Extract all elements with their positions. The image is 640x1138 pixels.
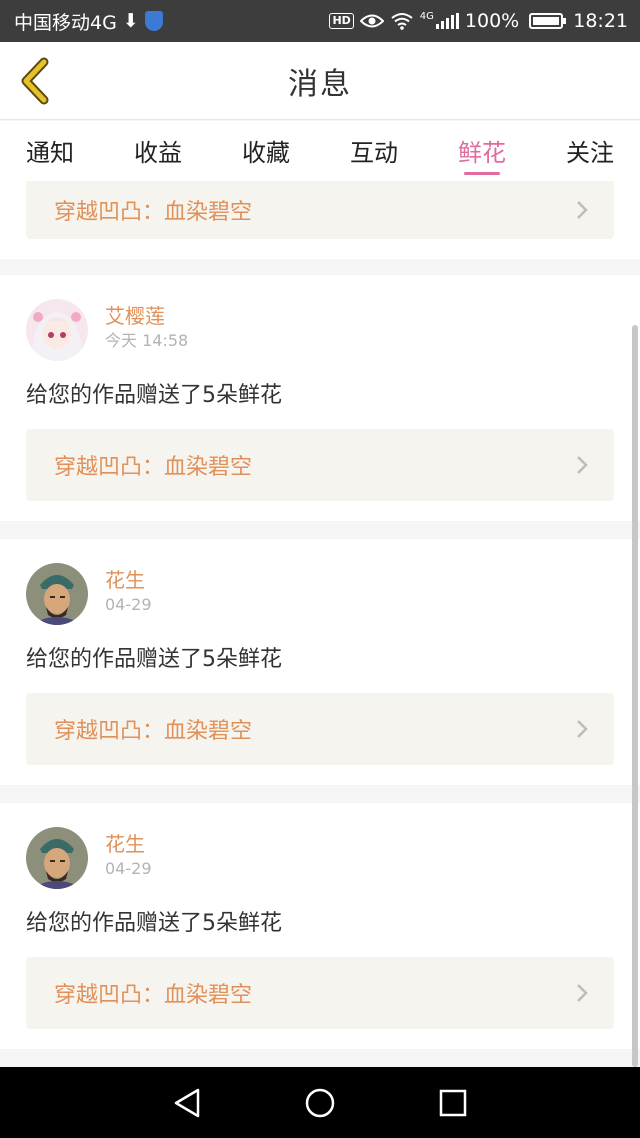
tab-interactions[interactable]: 互动 [350,121,398,181]
back-triangle-icon [174,1088,199,1117]
network-type: 4G [419,10,434,22]
anime-girl-avatar-icon [26,299,88,361]
book-title: 穿越凹凸：血染碧空 [54,200,253,225]
nav-back-button[interactable] [157,1073,217,1133]
nav-recents-button[interactable] [423,1073,483,1133]
message-text: 给您的作品赠送了5朵鲜花 [26,647,282,672]
username[interactable]: 花生 [105,566,152,594]
nav-home-button[interactable] [290,1073,350,1133]
list-item: 花生 04-29 给您的作品赠送了5朵鲜花 穿越凹凸：血染碧空 [0,539,640,785]
book-title: 穿越凹凸：血染碧空 [54,719,253,744]
clock: 18:21 [573,10,628,32]
book-link[interactable]: 穿越凹凸：血染碧空 [26,957,614,1029]
battery-percent: 100% [464,10,520,32]
tab-favorites[interactable]: 收藏 [242,121,290,181]
username[interactable]: 艾樱莲 [105,302,188,330]
download-icon: ⬇ [122,10,139,32]
home-circle-icon [305,1088,335,1117]
warrior-avatar-icon [26,563,88,625]
tab-follows[interactable]: 关注 [566,121,614,181]
chevron-right-icon [577,456,588,474]
eye-icon [359,14,384,28]
chevron-right-icon [577,201,588,219]
list-item: 艾樱莲 今天 14:58 给您的作品赠送了5朵鲜花 穿越凹凸：血染碧空 [0,275,640,521]
message-time: 今天 14:58 [105,331,189,350]
message-text: 给您的作品赠送了5朵鲜花 [26,911,282,936]
recents-square-icon [440,1089,467,1116]
back-button[interactable] [14,56,64,106]
book-title: 穿越凹凸：血染碧空 [54,455,253,480]
username[interactable]: 花生 [105,830,152,858]
status-bar: 中国移动4G ⬇ HD 4G 100% 18:21 [0,0,640,42]
hd-icon: HD [329,13,354,29]
tab-bar: 通知 收益 收藏 互动 鲜花 关注 [0,121,640,181]
list-item: 花生 04-29 给您的作品赠送了5朵鲜花 穿越凹凸：血染碧空 [0,803,640,1049]
signal-icon [435,13,459,29]
carrier-label: 中国移动4G [14,11,117,34]
battery-icon [529,13,567,29]
book-link[interactable]: 穿越凹凸：血染碧空 [26,693,614,765]
tab-notifications[interactable]: 通知 [26,121,74,181]
avatar[interactable] [26,827,88,889]
shield-icon [144,11,163,31]
chevron-right-icon [577,720,588,738]
message-time: 04-29 [105,859,152,878]
tab-earnings[interactable]: 收益 [134,121,182,181]
page-title: 消息 [288,66,352,102]
scrollbar[interactable] [632,325,638,1067]
avatar[interactable] [26,299,88,361]
system-nav-bar [0,1067,640,1138]
warrior-avatar-icon [26,827,88,889]
app-header: 消息 [0,42,640,120]
book-link[interactable]: 穿越凹凸：血染碧空 [26,181,614,239]
message-text: 给您的作品赠送了5朵鲜花 [26,383,282,408]
chevron-right-icon [577,984,588,1002]
wifi-icon [391,13,413,30]
book-title: 穿越凹凸：血染碧空 [54,983,253,1008]
avatar[interactable] [26,563,88,625]
message-time: 04-29 [105,595,152,614]
list-item: 穿越凹凸：血染碧空 [0,181,640,259]
tab-flowers[interactable]: 鲜花 [458,121,506,181]
message-list[interactable]: 穿越凹凸：血染碧空 艾樱莲 今天 14:58 给您的作品赠送了5朵鲜花 穿越凹凸… [0,181,640,1067]
book-link[interactable]: 穿越凹凸：血染碧空 [26,429,614,501]
